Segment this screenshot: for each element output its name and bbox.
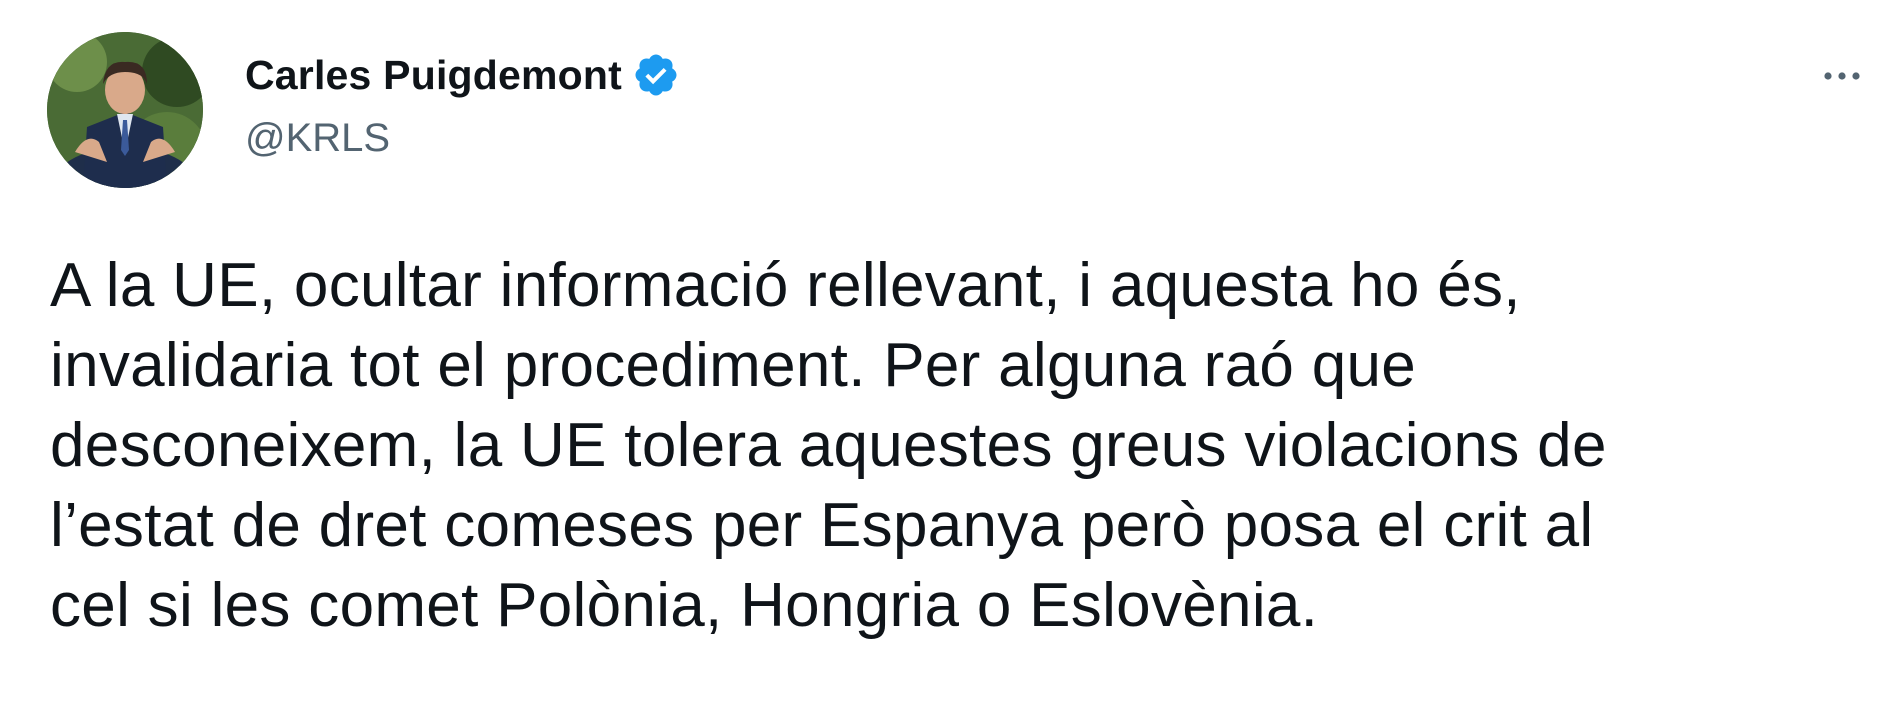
- more-options-icon: [1824, 72, 1860, 80]
- tweet-text: A la UE, ocultar informació rellevant, i…: [50, 246, 1870, 646]
- more-options-button[interactable]: [1812, 56, 1872, 96]
- tweet-card: Carles Puigdemont @KRLS A la UE, ocultar…: [0, 0, 1900, 710]
- avatar-photo-icon: [47, 32, 203, 188]
- author-avatar[interactable]: [47, 32, 203, 188]
- tweet-text-line: l’estat de dret comeses per Espanya però…: [50, 491, 1594, 560]
- verified-badge-icon: [632, 51, 680, 99]
- tweet-text-line: cel si les comet Polònia, Hongria o Eslo…: [50, 571, 1319, 640]
- author-name-row: Carles Puigdemont: [245, 48, 680, 102]
- tweet-text-line: invalidaria tot el procediment. Per algu…: [50, 331, 1417, 400]
- author-handle[interactable]: @KRLS: [245, 116, 680, 161]
- tweet-text-line: desconeixem, la UE tolera aquestes greus…: [50, 411, 1607, 480]
- author-info: Carles Puigdemont @KRLS: [245, 48, 680, 161]
- tweet-text-line: A la UE, ocultar informació rellevant, i…: [50, 251, 1521, 320]
- author-display-name[interactable]: Carles Puigdemont: [245, 52, 622, 99]
